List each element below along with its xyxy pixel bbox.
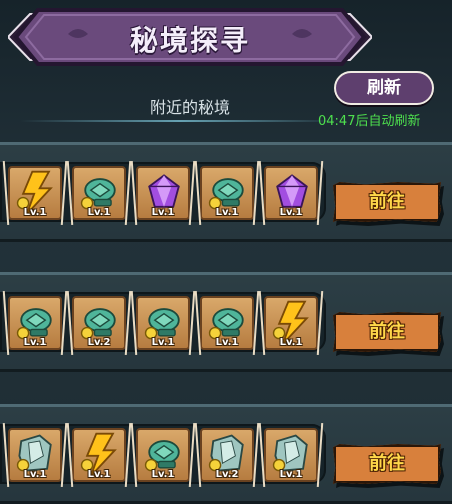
reward-slot[interactable]: Lv.1 [8, 296, 62, 350]
reward-slot[interactable]: Lv.1 [136, 166, 190, 220]
reward-slot[interactable]: Lv.1 [264, 166, 318, 220]
divider [20, 120, 340, 122]
title-banner: 秘境探寻 [8, 6, 372, 68]
item-level: Lv.2 [87, 337, 111, 348]
go-button[interactable]: 前往 [333, 312, 441, 352]
item-level: Lv.1 [23, 469, 47, 480]
reward-slot[interactable]: Lv.1 [136, 296, 190, 350]
secret-realm-row: Lv.1 Lv.1 Lv.1 Lv.1 Lv.1 前往 [0, 142, 452, 242]
item-level: Lv.1 [279, 337, 303, 348]
item-level: Lv.1 [215, 207, 239, 218]
item-level: Lv.1 [87, 207, 111, 218]
reward-slot[interactable]: Lv.1 [264, 428, 318, 482]
reward-slot[interactable]: Lv.1 [264, 296, 318, 350]
item-level: Lv.1 [87, 469, 111, 480]
item-level: Lv.1 [279, 207, 303, 218]
item-level: Lv.1 [23, 337, 47, 348]
go-button[interactable]: 前往 [333, 444, 441, 484]
item-level: Lv.1 [151, 469, 175, 480]
item-level: Lv.1 [279, 469, 303, 480]
reward-slot[interactable]: Lv.1 [8, 428, 62, 482]
reward-slot[interactable]: Lv.1 [8, 166, 62, 220]
refresh-button[interactable]: 刷新 [334, 71, 434, 105]
reward-slot[interactable]: Lv.1 [200, 166, 254, 220]
reward-slot[interactable]: Lv.1 [200, 296, 254, 350]
section-subtitle: 附近的秘境 [149, 98, 230, 117]
item-level: Lv.1 [215, 337, 239, 348]
item-level: Lv.2 [215, 469, 239, 480]
reward-slot[interactable]: Lv.2 [72, 296, 126, 350]
secret-realm-row: Lv.1 Lv.2 Lv.1 Lv.1 Lv.1 前往 [0, 272, 452, 372]
item-level: Lv.1 [151, 337, 175, 348]
item-level: Lv.1 [151, 207, 175, 218]
secret-realm-row: Lv.1 Lv.1 Lv.1 Lv.2 Lv.1 前往 [0, 404, 452, 504]
reward-slot[interactable]: Lv.1 [72, 428, 126, 482]
reward-slot[interactable]: Lv.1 [72, 166, 126, 220]
page-title: 秘境探寻 [129, 24, 250, 57]
go-button[interactable]: 前往 [333, 182, 441, 222]
reward-slot[interactable]: Lv.1 [136, 428, 190, 482]
reward-slot[interactable]: Lv.2 [200, 428, 254, 482]
refresh-timer: 04:47后自动刷新 [318, 114, 421, 129]
item-level: Lv.1 [23, 207, 47, 218]
